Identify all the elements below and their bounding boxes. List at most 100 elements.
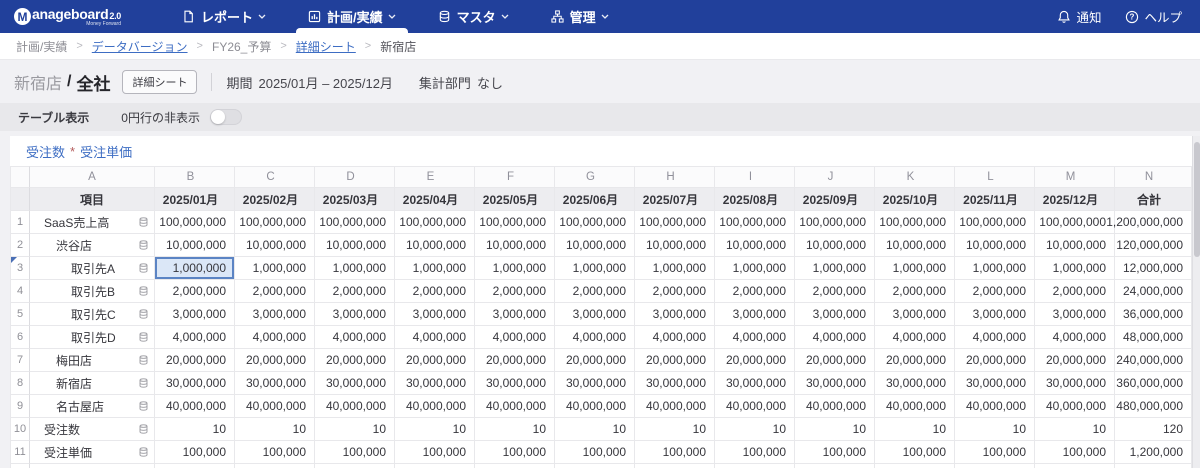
- row-number[interactable]: 9: [10, 395, 30, 418]
- grid-cell[interactable]: 2,000,000: [715, 280, 795, 303]
- vertical-scrollbar[interactable]: [1192, 136, 1200, 468]
- grid-cell[interactable]: 2,000,000: [875, 280, 955, 303]
- grid-cell[interactable]: 100,000: [235, 441, 315, 464]
- grid-cell[interactable]: 4,000,000: [395, 326, 475, 349]
- grid-cell[interactable]: 4,000,000: [875, 326, 955, 349]
- grid-cell[interactable]: 100,000,000: [955, 211, 1035, 234]
- grid-cell[interactable]: 40,000,000: [315, 395, 395, 418]
- breadcrumb-item[interactable]: 詳細シート: [296, 38, 356, 55]
- nav-notifications-button[interactable]: 通知: [1057, 7, 1101, 26]
- item-cell[interactable]: 名古屋店: [30, 395, 155, 418]
- grid-cell[interactable]: 40,000,000: [235, 395, 315, 418]
- column-letter-K[interactable]: K: [875, 166, 955, 188]
- zero-rows-toggle[interactable]: [210, 109, 242, 125]
- grid-cell[interactable]: 10,000,000: [475, 234, 555, 257]
- item-cell[interactable]: 受注数: [30, 418, 155, 441]
- selected-cell[interactable]: 1,000,000: [155, 257, 235, 280]
- grid-cell[interactable]: 10: [155, 418, 235, 441]
- grid-cell[interactable]: 100,000: [475, 441, 555, 464]
- grid-cell[interactable]: 20,000,000: [1035, 349, 1115, 372]
- grid-cell[interactable]: 4,000,000: [795, 326, 875, 349]
- grid-cell[interactable]: 100,000,000: [155, 211, 235, 234]
- grid-cell[interactable]: 2,000,000: [795, 280, 875, 303]
- scrollbar-thumb[interactable]: [1194, 142, 1200, 257]
- grid-cell[interactable]: 1,000,000: [875, 257, 955, 280]
- grid-cell[interactable]: 10: [955, 418, 1035, 441]
- grid-cell[interactable]: 40,000,000: [555, 395, 635, 418]
- grid-cell[interactable]: 30,000,000: [715, 372, 795, 395]
- grid-cell[interactable]: 40,000,000: [635, 395, 715, 418]
- grid-cell[interactable]: 10: [395, 418, 475, 441]
- grid-cell[interactable]: 2,000,000: [635, 280, 715, 303]
- row-number[interactable]: 7: [10, 349, 30, 372]
- grid-cell[interactable]: 40,000,000: [395, 395, 475, 418]
- grid-cell[interactable]: 100,000,000: [315, 211, 395, 234]
- grid-cell[interactable]: 100,000: [1035, 441, 1115, 464]
- column-letter-F[interactable]: F: [475, 166, 555, 188]
- grid-cell[interactable]: 3,000,000: [475, 303, 555, 326]
- grid-cell[interactable]: [635, 464, 715, 468]
- nav-menu-plan-actual[interactable]: 計画/実績: [296, 0, 408, 33]
- grid-cell[interactable]: 40,000,000: [795, 395, 875, 418]
- grid-cell[interactable]: 1,000,000: [635, 257, 715, 280]
- grid-cell[interactable]: 20,000,000: [875, 349, 955, 372]
- grid-cell[interactable]: 10,000,000: [155, 234, 235, 257]
- grid-cell[interactable]: [955, 464, 1035, 468]
- grid-cell[interactable]: 2,000,000: [555, 280, 635, 303]
- grid-cell[interactable]: 30,000,000: [315, 372, 395, 395]
- grid-cell[interactable]: 10: [875, 418, 955, 441]
- grid-cell[interactable]: 2,000,000: [1035, 280, 1115, 303]
- grid-cell[interactable]: 100,000: [875, 441, 955, 464]
- grid-cell[interactable]: 100,000,000: [715, 211, 795, 234]
- grid-cell[interactable]: 20,000,000: [395, 349, 475, 372]
- row-number[interactable]: 4: [10, 280, 30, 303]
- total-cell[interactable]: 24,000,000: [1115, 280, 1192, 303]
- grid-cell[interactable]: 10: [1035, 418, 1115, 441]
- grid-cell[interactable]: 10: [795, 418, 875, 441]
- grid-cell[interactable]: 1,000,000: [1035, 257, 1115, 280]
- formula-item-link[interactable]: 受注数: [26, 142, 65, 161]
- grid-cell[interactable]: 40,000,000: [155, 395, 235, 418]
- item-cell[interactable]: 梅田店: [30, 349, 155, 372]
- grid-cell[interactable]: [155, 464, 235, 468]
- grid-cell[interactable]: 40,000,000: [1035, 395, 1115, 418]
- grid-cell[interactable]: [555, 464, 635, 468]
- grid-cell[interactable]: 2,000,000: [315, 280, 395, 303]
- total-cell[interactable]: [1115, 464, 1192, 468]
- item-cell[interactable]: 取引先C: [30, 303, 155, 326]
- column-letter-A[interactable]: A: [30, 166, 155, 188]
- grid-cell[interactable]: 2,000,000: [395, 280, 475, 303]
- total-cell[interactable]: 360,000,000: [1115, 372, 1192, 395]
- grid-cell[interactable]: 10: [315, 418, 395, 441]
- total-cell[interactable]: 240,000,000: [1115, 349, 1192, 372]
- total-cell[interactable]: 36,000,000: [1115, 303, 1192, 326]
- item-cell[interactable]: 渋谷店: [30, 234, 155, 257]
- grid-cell[interactable]: 30,000,000: [955, 372, 1035, 395]
- nav-menu-master[interactable]: マスタ: [426, 0, 521, 33]
- grid-cell[interactable]: 100,000: [635, 441, 715, 464]
- column-letter-E[interactable]: E: [395, 166, 475, 188]
- column-letter-J[interactable]: J: [795, 166, 875, 188]
- grid-cell[interactable]: [715, 464, 795, 468]
- grid-cell[interactable]: 4,000,000: [475, 326, 555, 349]
- breadcrumb-item[interactable]: データバージョン: [92, 38, 188, 55]
- grid-cell[interactable]: 10: [475, 418, 555, 441]
- grid-cell[interactable]: 10,000,000: [1035, 234, 1115, 257]
- row-number[interactable]: 6: [10, 326, 30, 349]
- total-cell[interactable]: 1,200,000: [1115, 441, 1192, 464]
- grid-cell[interactable]: 3,000,000: [955, 303, 1035, 326]
- grid-cell[interactable]: 10,000,000: [955, 234, 1035, 257]
- grid-cell[interactable]: [875, 464, 955, 468]
- grid-cell[interactable]: 3,000,000: [155, 303, 235, 326]
- grid-cell[interactable]: 100,000: [955, 441, 1035, 464]
- grid-cell[interactable]: 1,000,000: [235, 257, 315, 280]
- grid-cell[interactable]: [475, 464, 555, 468]
- grid-cell[interactable]: 4,000,000: [955, 326, 1035, 349]
- item-cell[interactable]: 取引先D: [30, 326, 155, 349]
- grid-cell[interactable]: 4,000,000: [555, 326, 635, 349]
- grid-cell[interactable]: 100,000: [395, 441, 475, 464]
- row-number[interactable]: 5: [10, 303, 30, 326]
- grid-cell[interactable]: 40,000,000: [875, 395, 955, 418]
- grid-cell[interactable]: 3,000,000: [555, 303, 635, 326]
- grid-cell[interactable]: 20,000,000: [635, 349, 715, 372]
